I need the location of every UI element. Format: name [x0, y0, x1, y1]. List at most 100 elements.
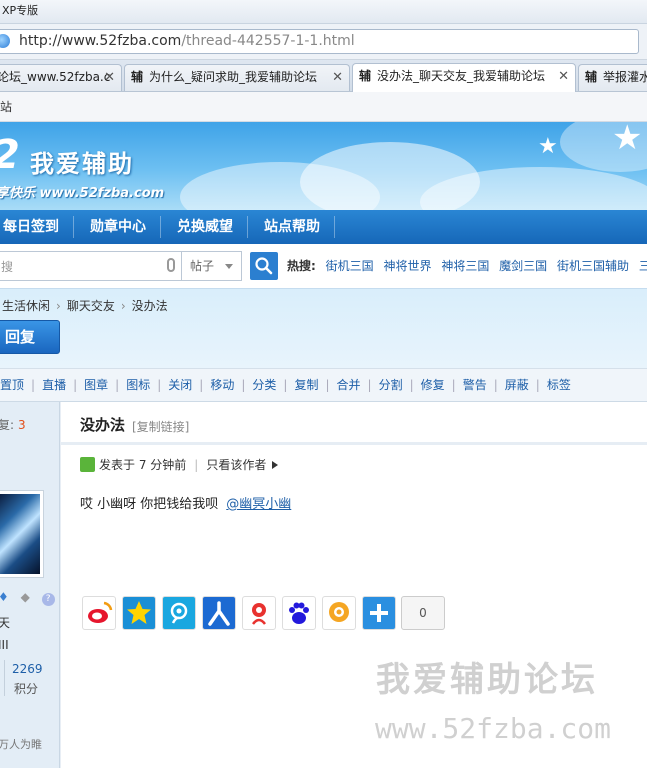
signature-text: 万人为睢: [0, 738, 42, 751]
user-group: 天: [0, 616, 11, 630]
star-icon: ★: [612, 122, 643, 158]
user-level: III: [0, 638, 9, 652]
hot-search-link[interactable]: 三国: [639, 259, 647, 273]
search-row: 搜 帖子 热搜: 街机三国 神将世界 神将三国 魔剑三国 街机三国辅助 三国: [0, 244, 647, 288]
tab-label: 为什么_疑问求助_我爱辅助论坛: [149, 70, 318, 84]
close-icon[interactable]: ✕: [104, 65, 115, 90]
toolbar-item-stamp[interactable]: 图章: [84, 378, 108, 392]
hot-search-label: 热搜:: [287, 259, 316, 273]
toolbar-item-live[interactable]: 直播: [42, 378, 66, 392]
kaixin-share-icon[interactable]: [242, 596, 276, 630]
user-online-icon: [80, 457, 95, 472]
close-icon[interactable]: ✕: [332, 65, 343, 90]
moderation-toolbar: 置顶 | 直播 | 图章 | 图标 | 关闭 | 移动 | 分类 | 复制 | 合并 | 分割 | 修复 | 警告 | 屏蔽 | 标…: [0, 368, 647, 402]
renren-share-icon[interactable]: [202, 596, 236, 630]
toolbar-item-copy[interactable]: 复制: [294, 378, 318, 392]
toolbar-item-tag[interactable]: 标签: [547, 378, 571, 392]
hot-search-link[interactable]: 街机三国辅助: [557, 259, 629, 273]
points-value[interactable]: 2269: [12, 662, 43, 676]
watermark-title: 我爱辅助论坛: [376, 660, 598, 700]
reply-count: 复: 3: [0, 416, 26, 433]
hot-search-link[interactable]: 魔剑三国: [499, 259, 547, 273]
qzone-share-icon[interactable]: [122, 596, 156, 630]
logo-subtitle: 享快乐 www.52fzba.com: [0, 186, 165, 201]
toolbar-item-close[interactable]: 关闭: [168, 378, 192, 392]
mention-link[interactable]: @幽冥小幽: [226, 497, 291, 512]
url-path: /thread-442557-1-1.html: [181, 33, 355, 49]
tencent-weibo-share-icon[interactable]: [162, 596, 196, 630]
toolbar-item-ban[interactable]: 屏蔽: [505, 378, 529, 392]
hot-search: 热搜: 街机三国 神将世界 神将三国 魔剑三国 街机三国辅助 三国: [287, 244, 647, 288]
nav-item-checkin[interactable]: 每日签到: [3, 210, 59, 244]
breadcrumb-item[interactable]: 没办法: [132, 299, 168, 313]
weibo-share-icon[interactable]: [82, 596, 116, 630]
logo-title[interactable]: 我爱辅助: [30, 144, 134, 179]
url-host: http://www.52fzba.com: [19, 33, 182, 49]
toolbar-item-split[interactable]: 分割: [379, 378, 403, 392]
search-input[interactable]: 搜: [0, 251, 182, 281]
main-nav: 每日签到 勋章中心 兑换威望 站点帮助: [0, 210, 647, 244]
search-button[interactable]: [250, 252, 278, 280]
favicon-icon: 辅: [585, 70, 598, 84]
logo-number: 2: [0, 132, 20, 178]
hot-search-link[interactable]: 街机三国: [326, 259, 374, 273]
search-type-value: 帖子: [190, 259, 215, 273]
tab-bar: 论坛_www.52fzba.c ✕ 辅为什么_疑问求助_我爱辅助论坛 ✕ 辅没办…: [0, 60, 647, 92]
toolbar-item-move[interactable]: 移动: [210, 378, 234, 392]
tab-why-help[interactable]: 辅为什么_疑问求助_我爱辅助论坛 ✕: [124, 64, 350, 91]
help-icon[interactable]: ?: [41, 593, 55, 606]
tab-forum-home[interactable]: 论坛_www.52fzba.c ✕: [0, 64, 122, 91]
toolbar-item-category[interactable]: 分类: [252, 378, 276, 392]
post-title: 没办法: [80, 416, 126, 434]
baidu-share-icon[interactable]: [282, 596, 316, 630]
post-meta: 发表于 7 分钟前 | 只看该作者: [80, 456, 279, 473]
post-body: 哎 小幽呀 你把钱给我呗 @幽冥小幽: [80, 493, 291, 512]
toolbar-item-warn[interactable]: 警告: [463, 378, 487, 392]
tab-label: 举报灌水: [603, 70, 647, 84]
only-author-link[interactable]: 只看该作者: [206, 458, 266, 472]
post-time: 发表于 7 分钟前: [99, 458, 187, 472]
share-count: 0: [401, 596, 445, 630]
nav-item-medals[interactable]: 勋章中心: [90, 210, 146, 244]
post-author-sidebar: 复:3 ♦ ◆ ? 天 III 2269 积分 万人为睢: [0, 402, 60, 768]
breadcrumb-item[interactable]: 聊天交友: [67, 299, 115, 313]
breadcrumb: 生活休闲 › 聊天交友 › 没办法: [2, 299, 168, 313]
copy-link[interactable]: [复制链接]: [132, 418, 189, 435]
breadcrumb-area: 生活休闲 › 聊天交友 › 没办法 回复: [0, 288, 647, 368]
hot-search-link[interactable]: 神将世界: [383, 259, 431, 273]
reply-count-value: 3: [18, 418, 26, 432]
diamond-icon[interactable]: ◆: [21, 590, 30, 604]
more-share-icon[interactable]: [362, 596, 396, 630]
medal-icon[interactable]: ♦: [0, 590, 9, 604]
reply-button[interactable]: 回复: [0, 320, 60, 354]
tab-label: 论坛_www.52fzba.c: [0, 70, 111, 84]
bookmark-item[interactable]: 站: [0, 100, 12, 114]
nav-item-help[interactable]: 站点帮助: [264, 210, 320, 244]
watermark-url: www.52fzba.com: [375, 712, 612, 745]
url-input[interactable]: http://www.52fzba.com/thread-442557-1-1.…: [0, 29, 639, 54]
hot-search-link[interactable]: 神将三国: [441, 259, 489, 273]
tab-report[interactable]: 辅举报灌水: [578, 64, 647, 91]
microphone-icon[interactable]: [167, 258, 175, 272]
tab-current-thread[interactable]: 辅没办法_聊天交友_我爱辅助论坛 ✕: [352, 63, 576, 92]
search-type-select[interactable]: 帖子: [182, 251, 242, 281]
window-title: XP专版: [2, 4, 39, 17]
breadcrumb-item[interactable]: 生活休闲: [2, 299, 50, 313]
avatar[interactable]: [0, 490, 44, 578]
toolbar-item-merge[interactable]: 合并: [337, 378, 361, 392]
reply-count-label: 复:: [0, 418, 15, 432]
star-icon: ★: [538, 134, 558, 159]
search-placeholder: 搜: [1, 260, 14, 274]
nav-item-exchange[interactable]: 兑换威望: [177, 210, 233, 244]
medal-icons: ♦ ◆ ?: [0, 590, 55, 606]
post-text: 哎 小幽呀 你把钱给我呗: [80, 497, 219, 512]
toolbar-item-repair[interactable]: 修复: [421, 378, 445, 392]
toolbar-item-sticky[interactable]: 置顶: [0, 378, 24, 392]
tab-label: 没办法_聊天交友_我爱辅助论坛: [377, 69, 546, 83]
post-content: 没办法 [复制链接] 发表于 7 分钟前 | 只看该作者 哎 小幽呀 你把钱给我呗 @…: [61, 402, 647, 768]
site-banner: ★ ★ 2 我爱辅助 享快乐 www.52fzba.com: [0, 122, 647, 210]
toolbar-item-icon[interactable]: 图标: [126, 378, 150, 392]
pengyou-share-icon[interactable]: [322, 596, 356, 630]
close-icon[interactable]: ✕: [558, 64, 569, 89]
bookmark-bar: 站: [0, 92, 647, 122]
